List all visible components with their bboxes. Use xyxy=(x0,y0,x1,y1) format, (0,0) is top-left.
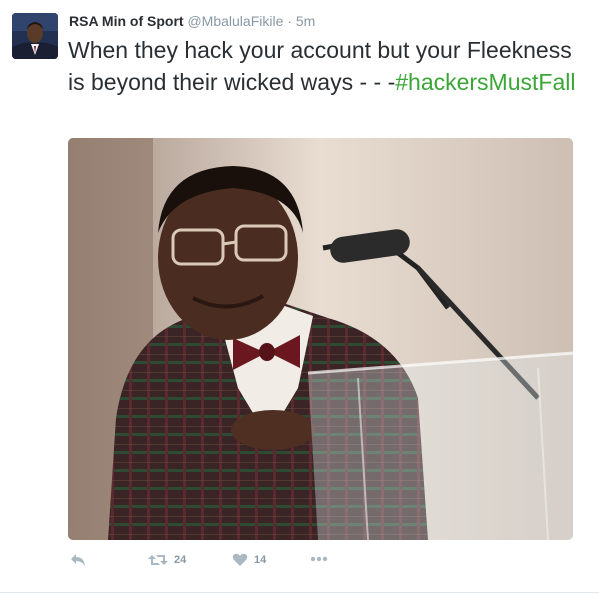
retweet-icon xyxy=(148,555,168,565)
more-icon xyxy=(310,556,328,562)
more-button[interactable] xyxy=(310,554,328,564)
reply-button[interactable] xyxy=(70,553,86,567)
tweet-photo[interactable] xyxy=(68,138,573,540)
divider xyxy=(0,592,599,593)
avatar[interactable] xyxy=(12,13,58,59)
display-name[interactable]: RSA Min of Sport xyxy=(69,13,184,29)
photo-image xyxy=(68,138,573,540)
separator-dot: · xyxy=(287,13,292,29)
timestamp[interactable]: 5m xyxy=(296,13,315,29)
heart-icon xyxy=(232,553,248,566)
avatar-image xyxy=(12,13,58,59)
retweet-count: 24 xyxy=(174,554,187,566)
tweet-header: RSA Min of Sport @MbalulaFikile · 5m xyxy=(69,12,315,30)
tweet-actions: 24 14 xyxy=(68,553,368,573)
username[interactable]: @MbalulaFikile xyxy=(187,13,283,29)
tweet-text: When they hack your account but your Fle… xyxy=(68,34,588,98)
reply-icon xyxy=(71,554,85,566)
tweet: RSA Min of Sport @MbalulaFikile · 5m Whe… xyxy=(0,0,599,594)
hashtag-link[interactable]: #hackersMustFall xyxy=(395,69,575,95)
like-button[interactable]: 14 xyxy=(232,553,266,567)
retweet-button[interactable]: 24 xyxy=(148,553,186,567)
like-count: 14 xyxy=(254,554,267,566)
